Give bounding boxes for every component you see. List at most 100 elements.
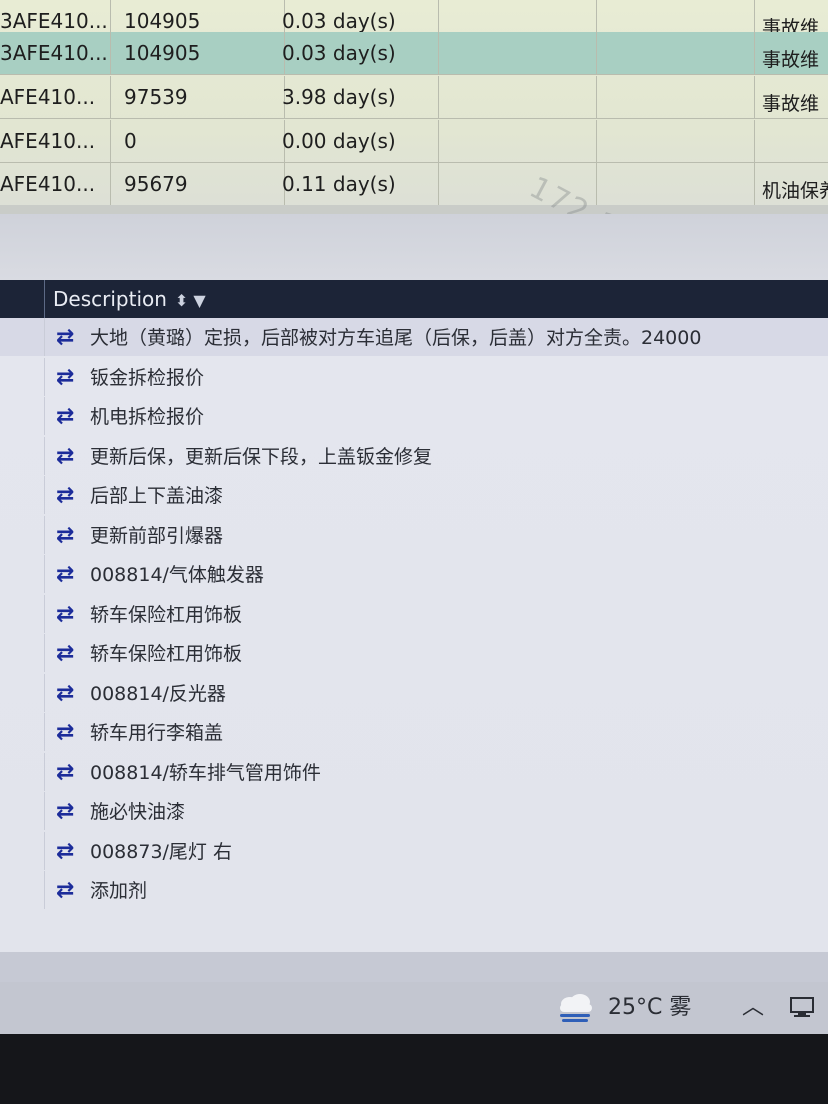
row-gutter	[0, 515, 45, 554]
list-item[interactable]: ⇄ 机电拆检报价	[0, 397, 828, 435]
description-label: 机电拆检报价	[90, 406, 205, 428]
description-label: 更新前部引爆器	[90, 524, 224, 547]
swap-arrows-icon[interactable]: ⇄	[56, 634, 90, 674]
row-gutter	[0, 318, 45, 356]
row-gutter	[0, 476, 45, 514]
weather-widget[interactable]: 25°C 雾	[556, 990, 716, 1026]
row-gutter	[0, 871, 45, 909]
cell-duration: 3.98 day(s)	[274, 76, 439, 118]
cell-id: 3AFE410...	[0, 32, 111, 74]
cell-duration: 0.11 day(s)	[274, 163, 439, 205]
column-header-label: Description	[53, 287, 167, 311]
row-gutter	[0, 436, 45, 475]
row-gutter	[0, 555, 45, 593]
swap-arrows-icon[interactable]: ⇄	[56, 358, 90, 398]
list-item[interactable]: ⇄ 大地（黄璐）定损，后部被对方车追尾（后保，后盖）对方全责。24000	[0, 318, 828, 356]
cell-duration: 0.00 day(s)	[274, 120, 439, 162]
description-label: 施必快油漆	[90, 801, 186, 823]
description-label: 008814/轿车排气管用饰件	[90, 761, 321, 784]
swap-arrows-icon[interactable]: ⇄	[56, 476, 90, 516]
description-label: 更新后保，更新后保下段，上盖钣金修复	[90, 445, 433, 468]
list-item[interactable]: ⇄ 后部上下盖油漆	[0, 476, 828, 514]
cell-type: 事故维	[762, 49, 820, 71]
sort-icon[interactable]: ⬍	[175, 291, 188, 310]
description-label: 008814/反光器	[90, 682, 226, 705]
monitor-bezel	[0, 1034, 828, 1104]
list-item[interactable]: ⇄ 008814/轿车排气管用饰件	[0, 752, 828, 791]
list-item[interactable]: ⇄ 008873/尾灯 右	[0, 831, 828, 870]
chevron-up-icon[interactable]: ︿	[742, 990, 764, 1026]
description-label: 大地（黄璐）定损，后部被对方车追尾（后保，后盖）对方全责。24000	[90, 327, 702, 349]
network-icon[interactable]	[788, 996, 818, 1020]
swap-arrows-icon[interactable]: ⇄	[56, 595, 90, 635]
swap-arrows-icon[interactable]: ⇄	[56, 713, 90, 753]
description-text: ⇄ 轿车保险杠用饰板	[56, 634, 826, 672]
list-item[interactable]: ⇄ 钣金拆检报价	[0, 357, 828, 398]
row-gutter	[0, 713, 45, 751]
swap-arrows-icon[interactable]: ⇄	[56, 397, 90, 437]
cell-empty	[432, 76, 597, 118]
cell-empty	[432, 120, 597, 162]
list-item[interactable]: ⇄ 轿车用行李箱盖	[0, 713, 828, 751]
parts-grid: 3AFE410... 104905 0.03 day(s) 事故维 3AFE41…	[0, 0, 828, 214]
description-text: ⇄ 机电拆检报价	[56, 397, 826, 435]
description-label: 轿车保险杠用饰板	[90, 643, 243, 665]
cell-number: 97539	[112, 76, 285, 118]
cell-type: 机油保养	[762, 180, 828, 202]
description-text: ⇄ 大地（黄璐）定损，后部被对方车追尾（后保，后盖）对方全责。24000	[56, 318, 826, 356]
swap-arrows-icon[interactable]: ⇄	[56, 555, 90, 595]
description-label: 添加剂	[90, 880, 148, 902]
window-bottom-strip	[0, 952, 828, 982]
cell-type	[756, 120, 828, 162]
table-row[interactable]: AFE410... 95679 0.11 day(s) 机油保养	[0, 163, 828, 206]
swap-arrows-icon[interactable]: ⇄	[56, 437, 90, 477]
list-item[interactable]: ⇄ 轿车保险杠用饰板	[0, 634, 828, 672]
swap-arrows-icon[interactable]: ⇄	[56, 832, 90, 872]
description-text: ⇄ 施必快油漆	[56, 792, 826, 830]
swap-arrows-icon[interactable]: ⇄	[56, 871, 90, 911]
description-text: ⇄ 008814/轿车排气管用饰件	[56, 753, 826, 791]
description-text: ⇄ 008873/尾灯 右	[56, 832, 826, 870]
description-text: ⇄ 更新后保，更新后保下段，上盖钣金修复	[56, 437, 826, 475]
row-gutter	[0, 397, 45, 435]
description-header: Description ⬍ ▼	[0, 280, 828, 318]
cell-number: 104905	[112, 32, 285, 74]
list-item[interactable]: ⇄ 008814/反光器	[0, 673, 828, 712]
row-gutter	[0, 634, 45, 672]
description-text: ⇄ 008814/气体触发器	[56, 555, 826, 593]
list-item[interactable]: ⇄ 更新前部引爆器	[0, 515, 828, 554]
table-row[interactable]: AFE410... 97539 3.98 day(s) 事故维	[0, 76, 828, 119]
swap-arrows-icon[interactable]: ⇄	[56, 516, 90, 556]
description-label: 008814/气体触发器	[90, 564, 264, 586]
cell-type: 事故维	[762, 93, 820, 115]
list-item[interactable]: ⇄ 008814/气体触发器	[0, 555, 828, 593]
list-item[interactable]: ⇄ 更新后保，更新后保下段，上盖钣金修复	[0, 436, 828, 475]
list-item[interactable]: ⇄ 轿车保险杠用饰板	[0, 594, 828, 633]
swap-arrows-icon[interactable]: ⇄	[56, 753, 90, 793]
cell-duration: 0.03 day(s)	[274, 32, 439, 74]
swap-arrows-icon[interactable]: ⇄	[56, 318, 90, 358]
description-label: 轿车保险杠用饰板	[90, 603, 243, 626]
cell-empty	[432, 32, 597, 74]
filter-icon[interactable]: ▼	[193, 291, 205, 310]
swap-arrows-icon[interactable]: ⇄	[56, 792, 90, 832]
description-text: ⇄ 轿车保险杠用饰板	[56, 595, 826, 633]
cell-id: AFE410...	[0, 76, 111, 118]
table-row[interactable]: AFE410... 0 0.00 day(s)	[0, 120, 828, 163]
description-text: ⇄ 更新前部引爆器	[56, 516, 826, 554]
grid-footer-strip	[0, 205, 828, 214]
cell-empty	[598, 163, 755, 205]
cell-number: 0	[112, 120, 285, 162]
cell-empty	[598, 32, 755, 74]
description-text: ⇄ 添加剂	[56, 871, 826, 909]
cell-number: 95679	[112, 163, 285, 205]
table-row-selected[interactable]: 3AFE410... 104905 0.03 day(s) 事故维	[0, 32, 828, 75]
swap-arrows-icon[interactable]: ⇄	[56, 674, 90, 714]
list-item[interactable]: ⇄ 施必快油漆	[0, 792, 828, 830]
row-gutter	[0, 357, 45, 396]
column-header-description[interactable]: Description ⬍ ▼	[44, 280, 828, 318]
row-gutter	[0, 752, 45, 791]
description-text: ⇄ 008814/反光器	[56, 674, 826, 712]
row-gutter	[0, 831, 45, 870]
list-item[interactable]: ⇄ 添加剂	[0, 871, 828, 909]
